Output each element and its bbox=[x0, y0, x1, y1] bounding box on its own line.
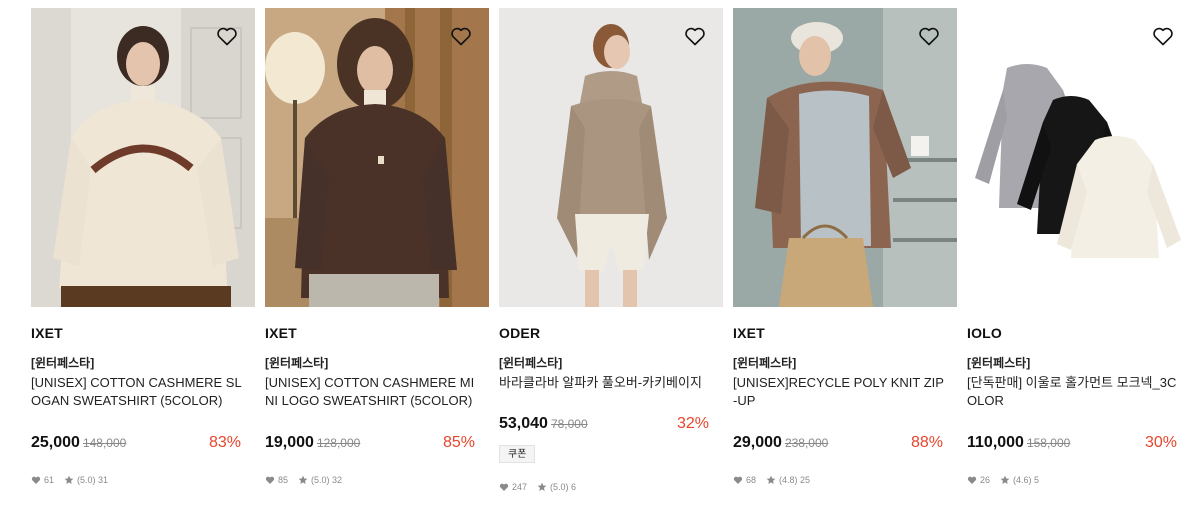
price-row: 19,000 128,000 85% bbox=[265, 432, 489, 454]
original-price: 148,000 bbox=[82, 436, 127, 450]
product-card[interactable]: IXET [윈터페스타] [UNISEX] COTTON CASHMERE SL… bbox=[31, 8, 255, 487]
rating-text: (5.0) 32 bbox=[311, 475, 343, 485]
brand-name[interactable]: IXET bbox=[31, 324, 255, 342]
sale-price: 19,000 bbox=[265, 434, 314, 451]
product-grid: IXET [윈터페스타] [UNISEX] COTTON CASHMERE SL… bbox=[0, 0, 1202, 513]
product-name[interactable]: [단독판매] 이울로 홀가먼트 모크넥_3COLOR bbox=[967, 374, 1179, 410]
product-card[interactable]: IOLO [윈터페스타] [단독판매] 이울로 홀가먼트 모크넥_3COLOR … bbox=[967, 8, 1191, 487]
product-photo bbox=[31, 8, 255, 307]
product-card[interactable]: IXET [윈터페스타] [UNISEX]RECYCLE POLY KNIT Z… bbox=[733, 8, 957, 487]
brand-name[interactable]: IXET bbox=[733, 324, 957, 342]
wishlist-heart-icon[interactable] bbox=[683, 24, 707, 48]
product-photo bbox=[499, 8, 723, 307]
product-stats: 68 (4.8) 25 bbox=[733, 473, 957, 487]
event-tag: [윈터페스타] bbox=[265, 356, 329, 370]
heart-small-icon bbox=[967, 475, 977, 485]
wishlist-heart-icon[interactable] bbox=[917, 24, 941, 48]
sale-price: 25,000 bbox=[31, 434, 80, 451]
original-price: 238,000 bbox=[784, 436, 829, 450]
product-image[interactable] bbox=[733, 8, 957, 307]
product-stats: 247 (5.0) 6 bbox=[499, 480, 723, 494]
heart-small-icon bbox=[733, 475, 743, 485]
original-price: 158,000 bbox=[1026, 436, 1071, 450]
discount-rate: 83% bbox=[208, 434, 241, 451]
event-tag: [윈터페스타] bbox=[733, 356, 797, 370]
product-image[interactable] bbox=[31, 8, 255, 307]
star-icon bbox=[766, 475, 776, 485]
product-photo bbox=[265, 8, 489, 307]
star-icon bbox=[64, 475, 74, 485]
event-tag: [윈터페스타] bbox=[31, 356, 95, 370]
like-count: 247 bbox=[512, 482, 528, 492]
original-price: 128,000 bbox=[316, 436, 361, 450]
sale-price: 110,000 bbox=[967, 434, 1024, 451]
product-stats: 26 (4.6) 5 bbox=[967, 473, 1191, 487]
product-photo bbox=[967, 8, 1191, 307]
product-name[interactable]: [UNISEX] COTTON CASHMERE MINI LOGO SWEAT… bbox=[265, 374, 477, 410]
sale-price: 29,000 bbox=[733, 434, 782, 451]
product-image[interactable] bbox=[265, 8, 489, 307]
event-tag: [윈터페스타] bbox=[499, 356, 563, 370]
like-count: 26 bbox=[980, 475, 991, 485]
heart-small-icon bbox=[31, 475, 41, 485]
discount-rate: 85% bbox=[442, 434, 475, 451]
wishlist-heart-icon[interactable] bbox=[449, 24, 473, 48]
sale-price: 53,040 bbox=[499, 415, 548, 432]
like-count: 61 bbox=[44, 475, 55, 485]
product-stats: 61 (5.0) 31 bbox=[31, 473, 255, 487]
discount-rate: 30% bbox=[1144, 434, 1177, 451]
original-price: 78,000 bbox=[550, 417, 588, 431]
star-icon bbox=[537, 482, 547, 492]
price-row: 25,000 148,000 83% bbox=[31, 432, 255, 454]
brand-name[interactable]: IXET bbox=[265, 324, 489, 342]
star-icon bbox=[1000, 475, 1010, 485]
product-card[interactable]: ODER [윈터페스타] 바라클라바 알파카 풀오버-카키베이지 53,040 7… bbox=[499, 8, 723, 494]
price-row: 53,040 78,000 32% bbox=[499, 413, 723, 435]
product-card[interactable]: IXET [윈터페스타] [UNISEX] COTTON CASHMERE MI… bbox=[265, 8, 489, 487]
discount-rate: 88% bbox=[910, 434, 943, 451]
like-count: 85 bbox=[278, 475, 289, 485]
brand-name[interactable]: IOLO bbox=[967, 324, 1191, 342]
rating-text: (5.0) 31 bbox=[77, 475, 109, 485]
product-name[interactable]: [UNISEX]RECYCLE POLY KNIT ZIP-UP bbox=[733, 374, 945, 410]
price-row: 110,000 158,000 30% bbox=[967, 432, 1191, 454]
rating-text: (5.0) 6 bbox=[550, 482, 577, 492]
brand-name[interactable]: ODER bbox=[499, 324, 723, 342]
product-name[interactable]: [UNISEX] COTTON CASHMERE SLOGAN SWEATSHI… bbox=[31, 374, 243, 410]
product-stats: 85 (5.0) 32 bbox=[265, 473, 489, 487]
like-count: 68 bbox=[746, 475, 757, 485]
wishlist-heart-icon[interactable] bbox=[215, 24, 239, 48]
star-icon bbox=[298, 475, 308, 485]
heart-small-icon bbox=[499, 482, 509, 492]
product-image[interactable] bbox=[499, 8, 723, 307]
product-image[interactable] bbox=[967, 8, 1191, 307]
heart-small-icon bbox=[265, 475, 275, 485]
product-name[interactable]: 바라클라바 알파카 풀오버-카키베이지 bbox=[499, 374, 711, 392]
rating-text: (4.6) 5 bbox=[1013, 475, 1040, 485]
wishlist-heart-icon[interactable] bbox=[1151, 24, 1175, 48]
product-photo bbox=[733, 8, 957, 307]
price-row: 29,000 238,000 88% bbox=[733, 432, 957, 454]
event-tag: [윈터페스타] bbox=[967, 356, 1031, 370]
rating-text: (4.8) 25 bbox=[779, 475, 811, 485]
coupon-badge: 쿠폰 bbox=[499, 445, 536, 463]
discount-rate: 32% bbox=[676, 415, 709, 432]
